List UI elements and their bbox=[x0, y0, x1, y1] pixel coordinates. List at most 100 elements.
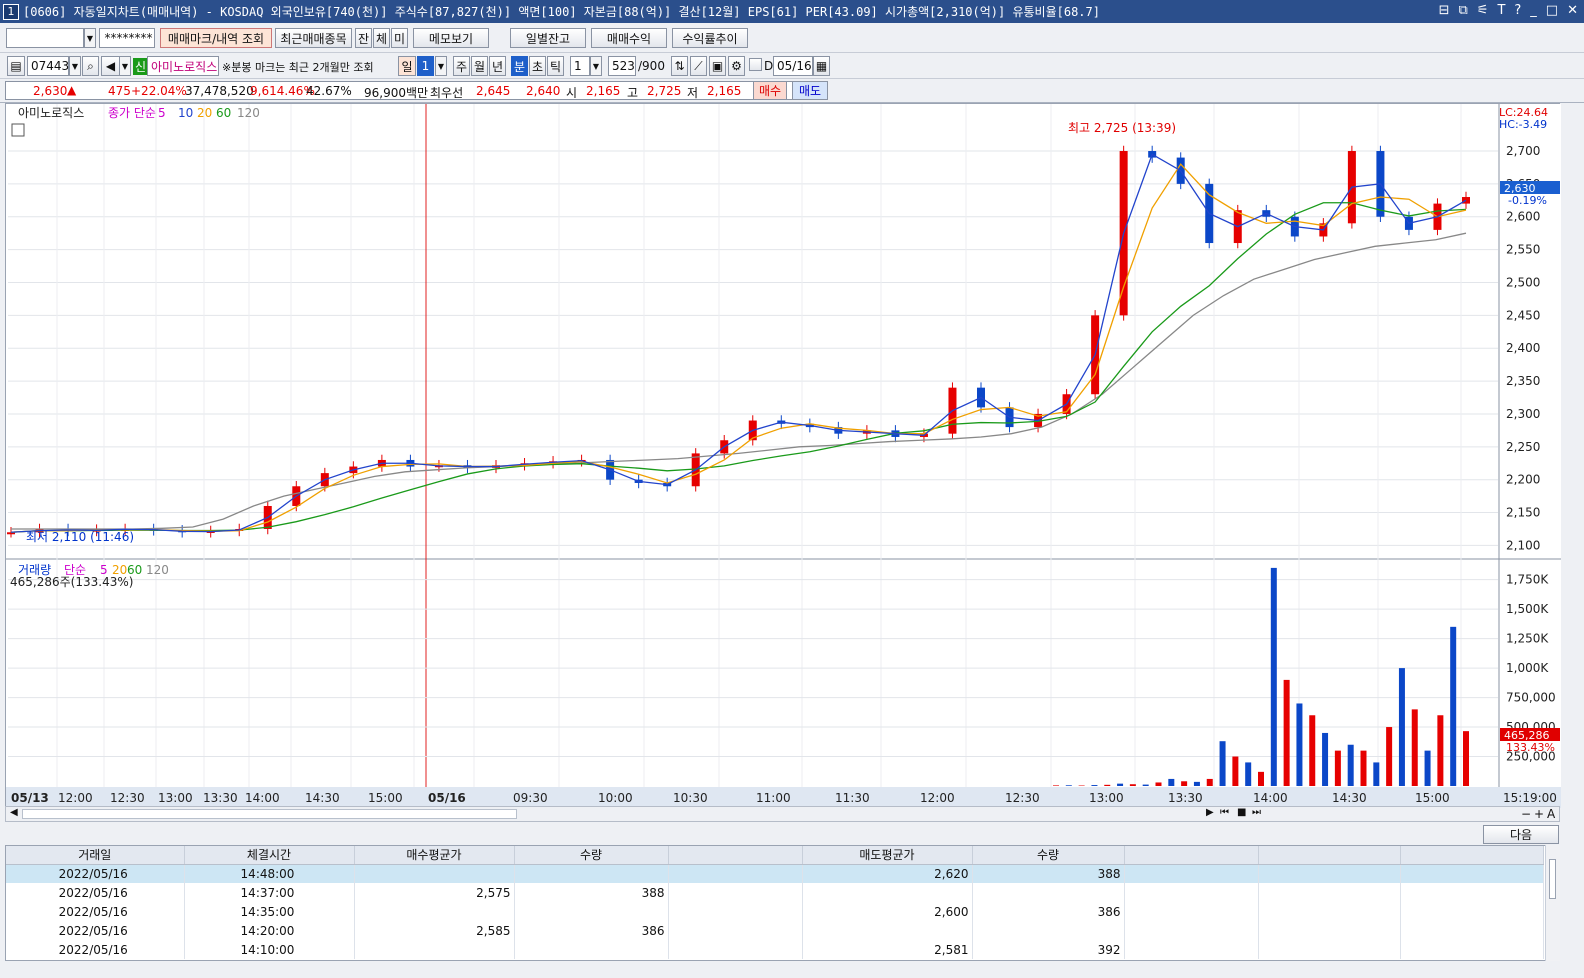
daily-balance-button[interactable]: 일별잔고 bbox=[510, 28, 586, 48]
gear-icon[interactable]: ⚙ bbox=[728, 56, 745, 76]
interval-input[interactable]: 1 bbox=[570, 56, 590, 76]
volume-bar bbox=[1424, 750, 1431, 786]
trade-mark-query-button[interactable]: 매매마크/내역 조회 bbox=[160, 28, 272, 48]
search-icon[interactable]: ⌕ bbox=[82, 56, 99, 76]
volume-bar bbox=[1065, 785, 1072, 786]
interval-dropdown-icon[interactable]: ▼ bbox=[590, 56, 602, 76]
price-tick-label: 2,600 bbox=[1506, 210, 1540, 224]
help-icon[interactable]: ? bbox=[1514, 3, 1521, 18]
period-value-field[interactable]: 1 bbox=[417, 56, 434, 76]
font-icon[interactable]: T bbox=[1497, 3, 1505, 18]
time-tick-label: 14:30 bbox=[1332, 791, 1367, 805]
period-minute-button[interactable]: 분 bbox=[511, 56, 528, 76]
price-tick-label: 2,700 bbox=[1506, 144, 1540, 158]
candle-type-icon[interactable]: ⇅ bbox=[671, 56, 688, 76]
scroll-thumb[interactable] bbox=[22, 809, 517, 819]
stock-name-field[interactable]: 아미노로직스 bbox=[147, 56, 219, 76]
table-row[interactable]: 2022/05/16 14:20:00 2,585 386 bbox=[6, 921, 1544, 940]
turnover-rate: 42.67% bbox=[306, 84, 352, 98]
account-input[interactable] bbox=[6, 28, 84, 48]
executed-button[interactable]: 체 bbox=[373, 28, 390, 48]
layout-icon[interactable]: ▤ bbox=[7, 56, 25, 76]
minimize-layout-icon[interactable]: ⊟ bbox=[1439, 3, 1450, 18]
stock-code-dropdown-icon[interactable]: ▼ bbox=[69, 56, 81, 76]
forward-icon[interactable]: ⏭ bbox=[1252, 807, 1261, 818]
col-empty-1 bbox=[668, 846, 803, 865]
chart-svg[interactable]: 2,7002,6502,6002,5502,5002,4502,4002,350… bbox=[6, 104, 1561, 808]
save-icon[interactable]: ▣ bbox=[709, 56, 726, 76]
period-day-button[interactable]: 일 bbox=[398, 56, 416, 76]
col-buy-qty[interactable]: 수량 bbox=[514, 846, 669, 865]
profit-trend-button[interactable]: 수익률추이 bbox=[672, 28, 748, 48]
zoom-in-icon[interactable]: + bbox=[1534, 807, 1544, 821]
chart-panel[interactable]: 2,7002,6502,6002,5502,5002,4502,4002,350… bbox=[5, 103, 1561, 808]
col-sell-avg[interactable]: 매도평균가 bbox=[802, 846, 973, 865]
restore-layout-icon[interactable]: ⧉ bbox=[1458, 3, 1467, 18]
play-icon[interactable]: ▶ bbox=[1206, 807, 1214, 818]
low-label: 저 bbox=[687, 86, 699, 100]
settings-icon[interactable]: ⚟ bbox=[1477, 3, 1489, 18]
table-row[interactable]: 2022/05/16 14:10:00 2,581 392 bbox=[6, 940, 1544, 959]
maximize-button[interactable]: □ bbox=[1546, 3, 1558, 18]
speaker-dropdown-icon[interactable]: ▼ bbox=[119, 56, 131, 76]
period-dropdown-icon[interactable]: ▼ bbox=[435, 56, 447, 76]
chart-scroll-bar[interactable]: ◀ ▶ ⏮ ■ ⏭ − + A bbox=[5, 806, 1560, 822]
volume-bar bbox=[1437, 715, 1444, 786]
count-input[interactable]: 523 bbox=[608, 56, 636, 76]
col-sell-qty[interactable]: 수량 bbox=[972, 846, 1125, 865]
password-field[interactable]: ******** bbox=[99, 28, 155, 48]
trade-profit-button[interactable]: 매매수익 bbox=[591, 28, 667, 48]
period-month-button[interactable]: 월 bbox=[471, 56, 488, 76]
period-week-button[interactable]: 주 bbox=[453, 56, 470, 76]
unexecuted-button[interactable]: 미 bbox=[391, 28, 408, 48]
col-buy-avg[interactable]: 매수평균가 bbox=[354, 846, 515, 865]
period-tick-button[interactable]: 틱 bbox=[547, 56, 564, 76]
cell-empty bbox=[1258, 902, 1401, 921]
recent-stocks-button[interactable]: 최근매매종목 bbox=[275, 28, 352, 48]
volume-bar bbox=[1181, 781, 1188, 786]
time-tick-label: 12:00 bbox=[58, 791, 93, 805]
minimize-button[interactable]: _ bbox=[1530, 3, 1537, 18]
cell-empty bbox=[668, 902, 803, 921]
table-scroll-thumb[interactable] bbox=[1549, 859, 1556, 899]
calendar-icon[interactable]: ▦ bbox=[813, 56, 830, 76]
close-button[interactable]: ✕ bbox=[1567, 3, 1578, 18]
memo-view-button[interactable]: 메모보기 bbox=[413, 28, 489, 48]
stock-code-input[interactable]: 074430 bbox=[27, 56, 77, 76]
price-tick-label: 2,500 bbox=[1506, 275, 1540, 289]
stop-icon[interactable]: ■ bbox=[1237, 807, 1246, 818]
table-row[interactable]: 2022/05/16 14:48:00 2,620 388 bbox=[6, 864, 1544, 883]
sell-button[interactable]: 매도 bbox=[792, 81, 828, 100]
drawing-tool-icon[interactable]: ⟋ bbox=[690, 56, 707, 76]
period-year-button[interactable]: 년 bbox=[489, 56, 506, 76]
table-row[interactable]: 2022/05/16 14:35:00 2,600 386 bbox=[6, 902, 1544, 921]
zoom-out-icon[interactable]: − bbox=[1521, 807, 1531, 821]
next-button[interactable]: 다음 bbox=[1483, 825, 1559, 844]
minute-mark-note: ※분봉 마크는 최근 2개월만 조회 bbox=[222, 61, 374, 74]
rewind-icon[interactable]: ⏮ bbox=[1220, 807, 1229, 818]
buy-button[interactable]: 매수 bbox=[753, 81, 787, 100]
cell-sell-qty bbox=[972, 883, 1125, 902]
window-title: [0606] 자동일지차트(매매내역) - KOSDAQ 외국인보유[740(천… bbox=[23, 5, 1100, 19]
table-row[interactable]: 2022/05/16 14:37:00 2,575 388 bbox=[6, 883, 1544, 902]
chart-stock-title: 아미노로직스 bbox=[18, 106, 84, 120]
col-exec-time[interactable]: 체결시간 bbox=[184, 846, 355, 865]
speaker-icon[interactable]: ◀ bbox=[101, 56, 120, 76]
cell-buy-avg bbox=[354, 864, 515, 883]
col-trade-date[interactable]: 거래일 bbox=[6, 846, 185, 865]
balance-button[interactable]: 잔 bbox=[355, 28, 372, 48]
account-dropdown-icon[interactable]: ▼ bbox=[84, 28, 96, 48]
volume-bar bbox=[1091, 785, 1098, 786]
price-legend-item: 60 bbox=[216, 106, 231, 120]
table-vertical-scrollbar[interactable] bbox=[1545, 845, 1560, 961]
period-second-button[interactable]: 초 bbox=[529, 56, 546, 76]
date-checkbox[interactable] bbox=[749, 58, 762, 71]
time-tick-label: 14:00 bbox=[1253, 791, 1288, 805]
auto-scale-icon[interactable]: A bbox=[1547, 807, 1555, 821]
scroll-left-icon[interactable]: ◀ bbox=[10, 807, 18, 818]
time-tick-label: 13:30 bbox=[203, 791, 238, 805]
price-change: 475 bbox=[108, 84, 131, 98]
date-input[interactable]: 05/16 bbox=[773, 56, 813, 76]
cell-sell-qty: 388 bbox=[972, 864, 1125, 883]
best-bid: 2,640 bbox=[526, 84, 561, 98]
